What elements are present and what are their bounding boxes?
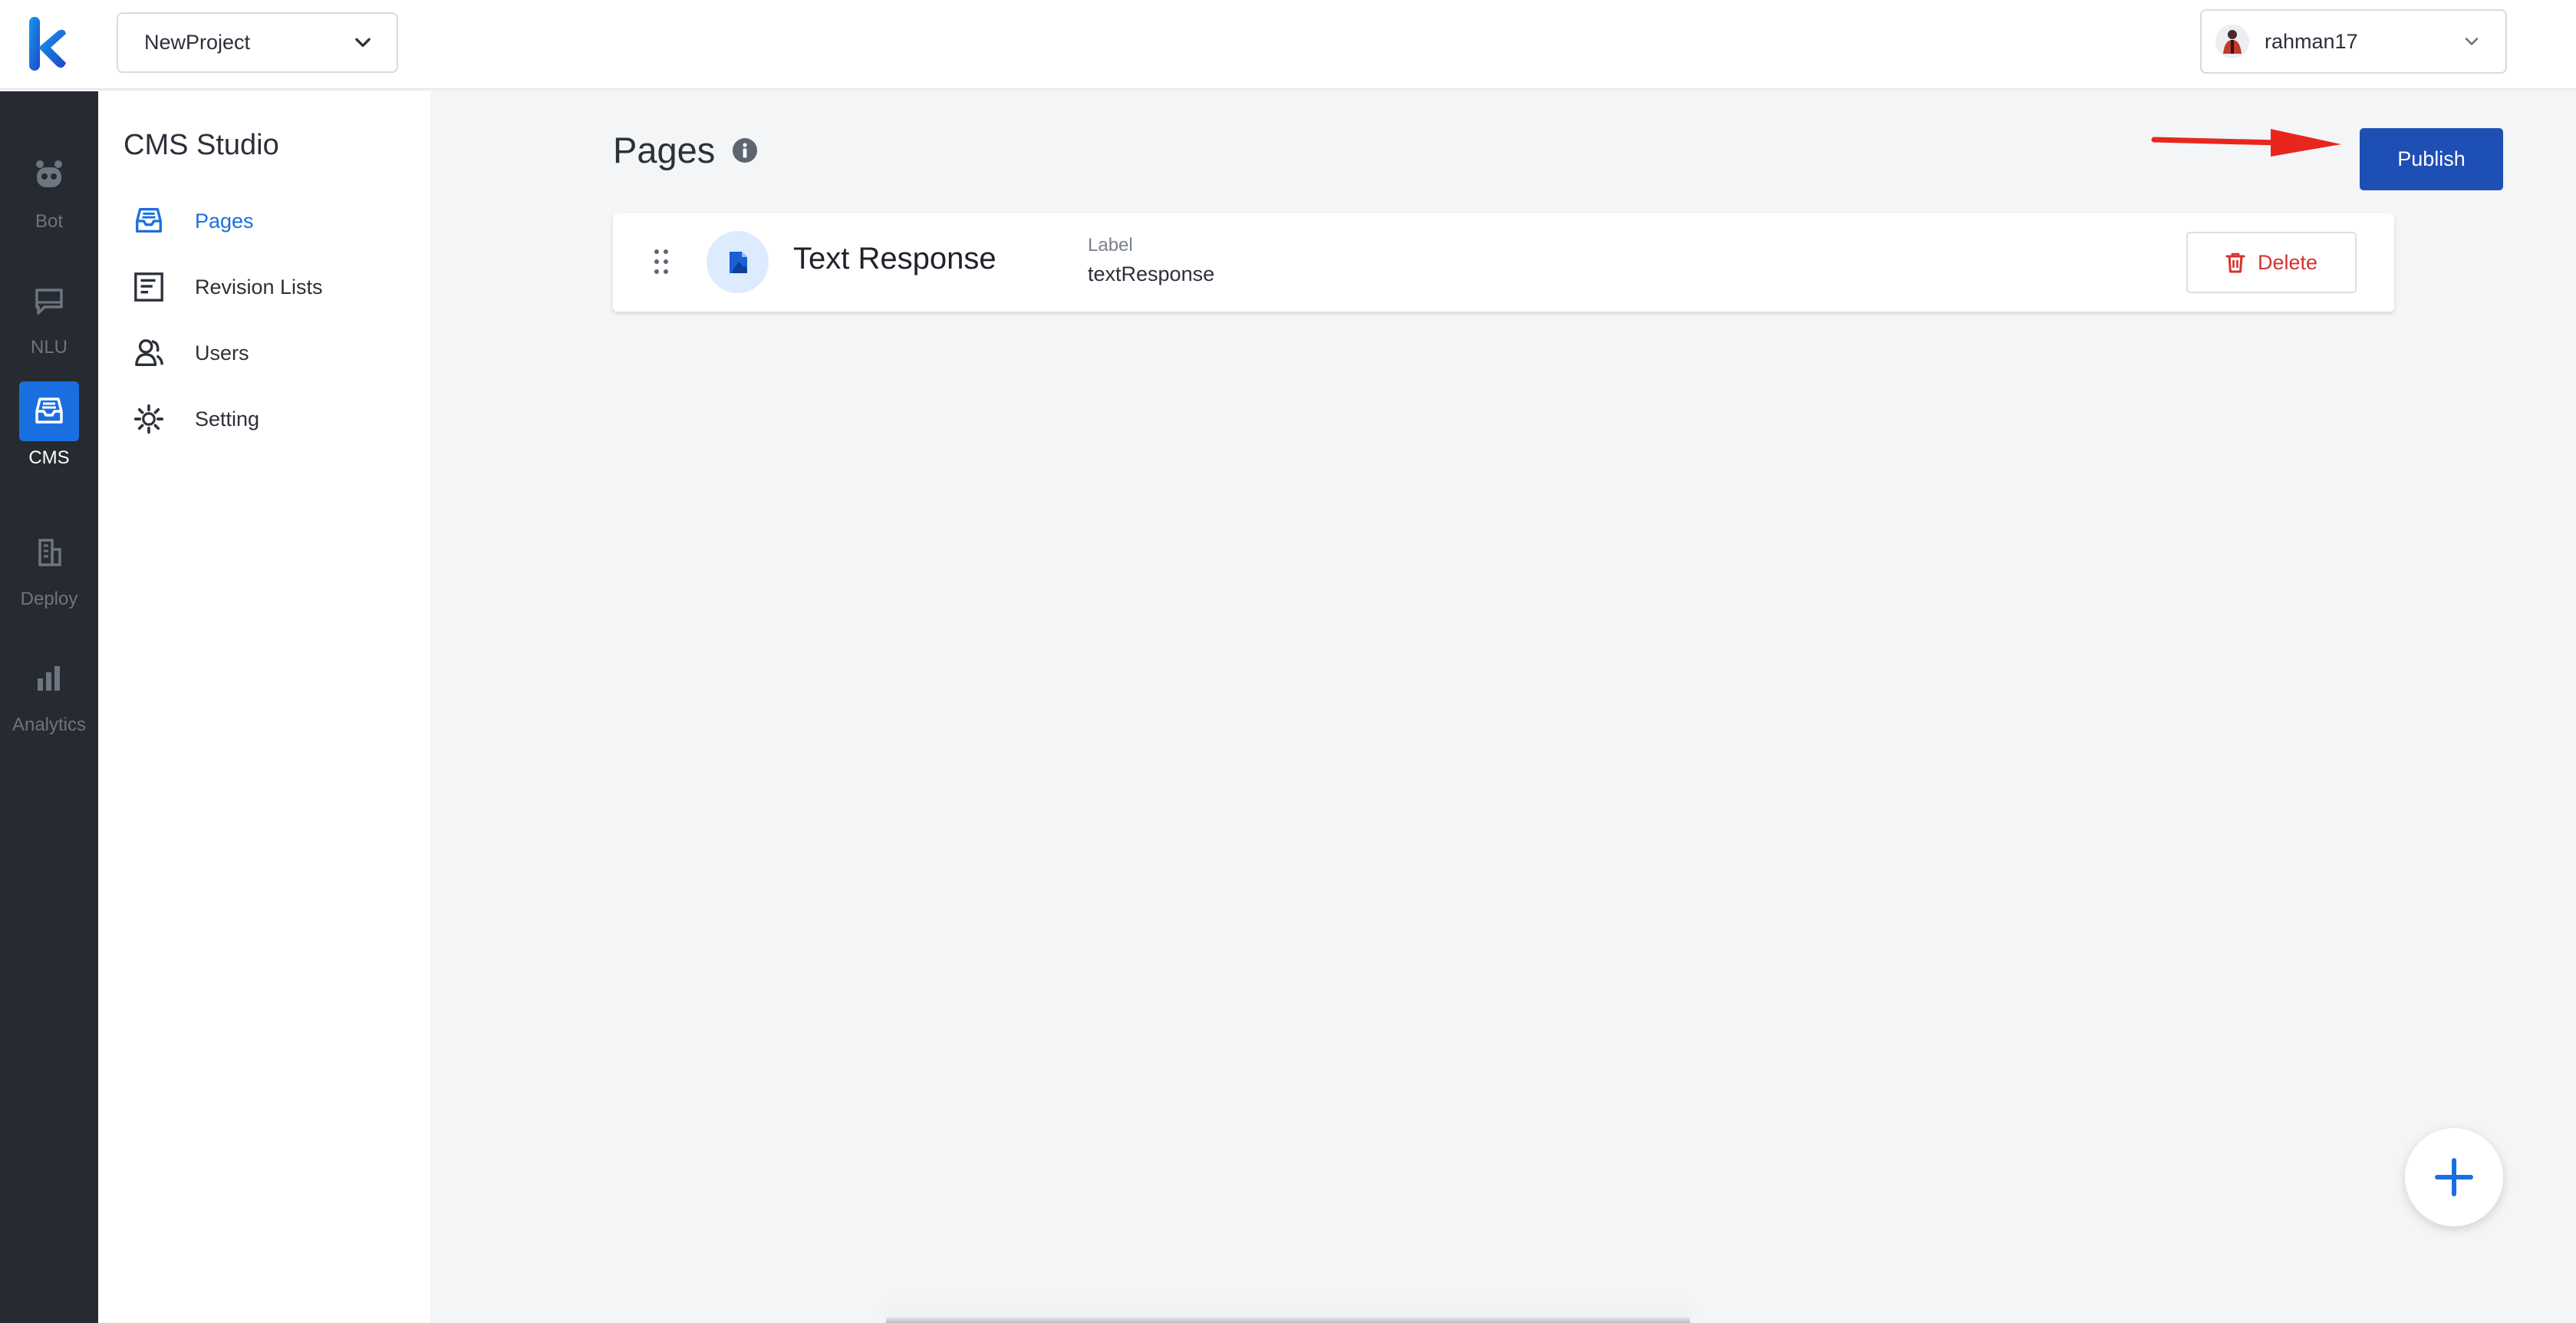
- sidebar-item-revision-lists[interactable]: Revision Lists: [132, 264, 323, 310]
- nav-rail: Bot NLU CMS Deploy Analytics: [0, 91, 98, 1323]
- sidebar-item-label: Users: [195, 341, 249, 365]
- page-name: Text Response: [793, 242, 996, 275]
- sidebar-item-pages[interactable]: Pages: [132, 198, 254, 244]
- rail-item-label: Analytics: [12, 714, 87, 735]
- publish-button[interactable]: Publish: [2360, 128, 2503, 190]
- sidebar-item-setting[interactable]: Setting: [132, 396, 259, 442]
- rail-item-nlu[interactable]: NLU: [0, 271, 98, 386]
- project-select-value: NewProject: [144, 31, 251, 54]
- page-title-text: Pages: [613, 130, 716, 170]
- delete-button-label: Delete: [2257, 250, 2318, 274]
- rail-item-bot[interactable]: Bot: [0, 145, 98, 260]
- rail-item-label: NLU: [30, 337, 68, 358]
- label-caption: Label: [1088, 235, 1133, 256]
- rail-item-label: Bot: [35, 211, 64, 232]
- sidebar-item-label: Setting: [195, 407, 260, 431]
- chevron-down-icon: [355, 38, 371, 47]
- delete-button[interactable]: Delete: [2186, 232, 2357, 293]
- project-select[interactable]: NewProject: [117, 12, 398, 73]
- page-title: Pages: [613, 129, 758, 171]
- page-type-badge: [707, 231, 769, 293]
- trash-icon: [2225, 252, 2245, 273]
- rail-item-analytics[interactable]: Analytics: [0, 648, 98, 764]
- annotation-arrow: [2151, 129, 2341, 157]
- rail-item-deploy[interactable]: Deploy: [0, 523, 98, 638]
- rail-item-label: CMS: [28, 447, 70, 468]
- user-name: rahman17: [2265, 29, 2358, 53]
- gear-icon: [133, 404, 164, 434]
- document-icon: [729, 251, 747, 273]
- list-box-icon: [134, 272, 163, 302]
- building-icon: [38, 539, 61, 566]
- plus-icon: [2435, 1158, 2473, 1196]
- sidebar-item-users[interactable]: Users: [132, 330, 249, 376]
- chat-icon: [35, 289, 63, 315]
- sidebar-item-label: Revision Lists: [195, 275, 323, 299]
- rail-item-cms[interactable]: CMS: [0, 381, 98, 497]
- bar-chart-icon: [38, 666, 60, 691]
- user-avatar-icon: [2223, 30, 2242, 54]
- drag-handle-icon[interactable]: [654, 249, 669, 275]
- info-icon[interactable]: [732, 137, 758, 163]
- sidebar-item-label: Pages: [195, 209, 254, 233]
- bottom-panel-edge: [886, 1317, 1690, 1323]
- label-value: textResponse: [1088, 262, 1215, 285]
- rail-item-label: Deploy: [20, 589, 78, 609]
- inbox-icon: [35, 398, 63, 424]
- app-logo[interactable]: [28, 15, 71, 72]
- user-menu[interactable]: rahman17: [2200, 9, 2507, 74]
- inbox-icon: [136, 208, 162, 233]
- users-icon: [135, 339, 163, 366]
- add-page-button[interactable]: [2405, 1128, 2503, 1226]
- avatar: [2215, 25, 2249, 58]
- sidebar-title: CMS Studio: [124, 129, 279, 161]
- chevron-down-icon: [2465, 38, 2479, 45]
- bot-icon: [36, 160, 62, 187]
